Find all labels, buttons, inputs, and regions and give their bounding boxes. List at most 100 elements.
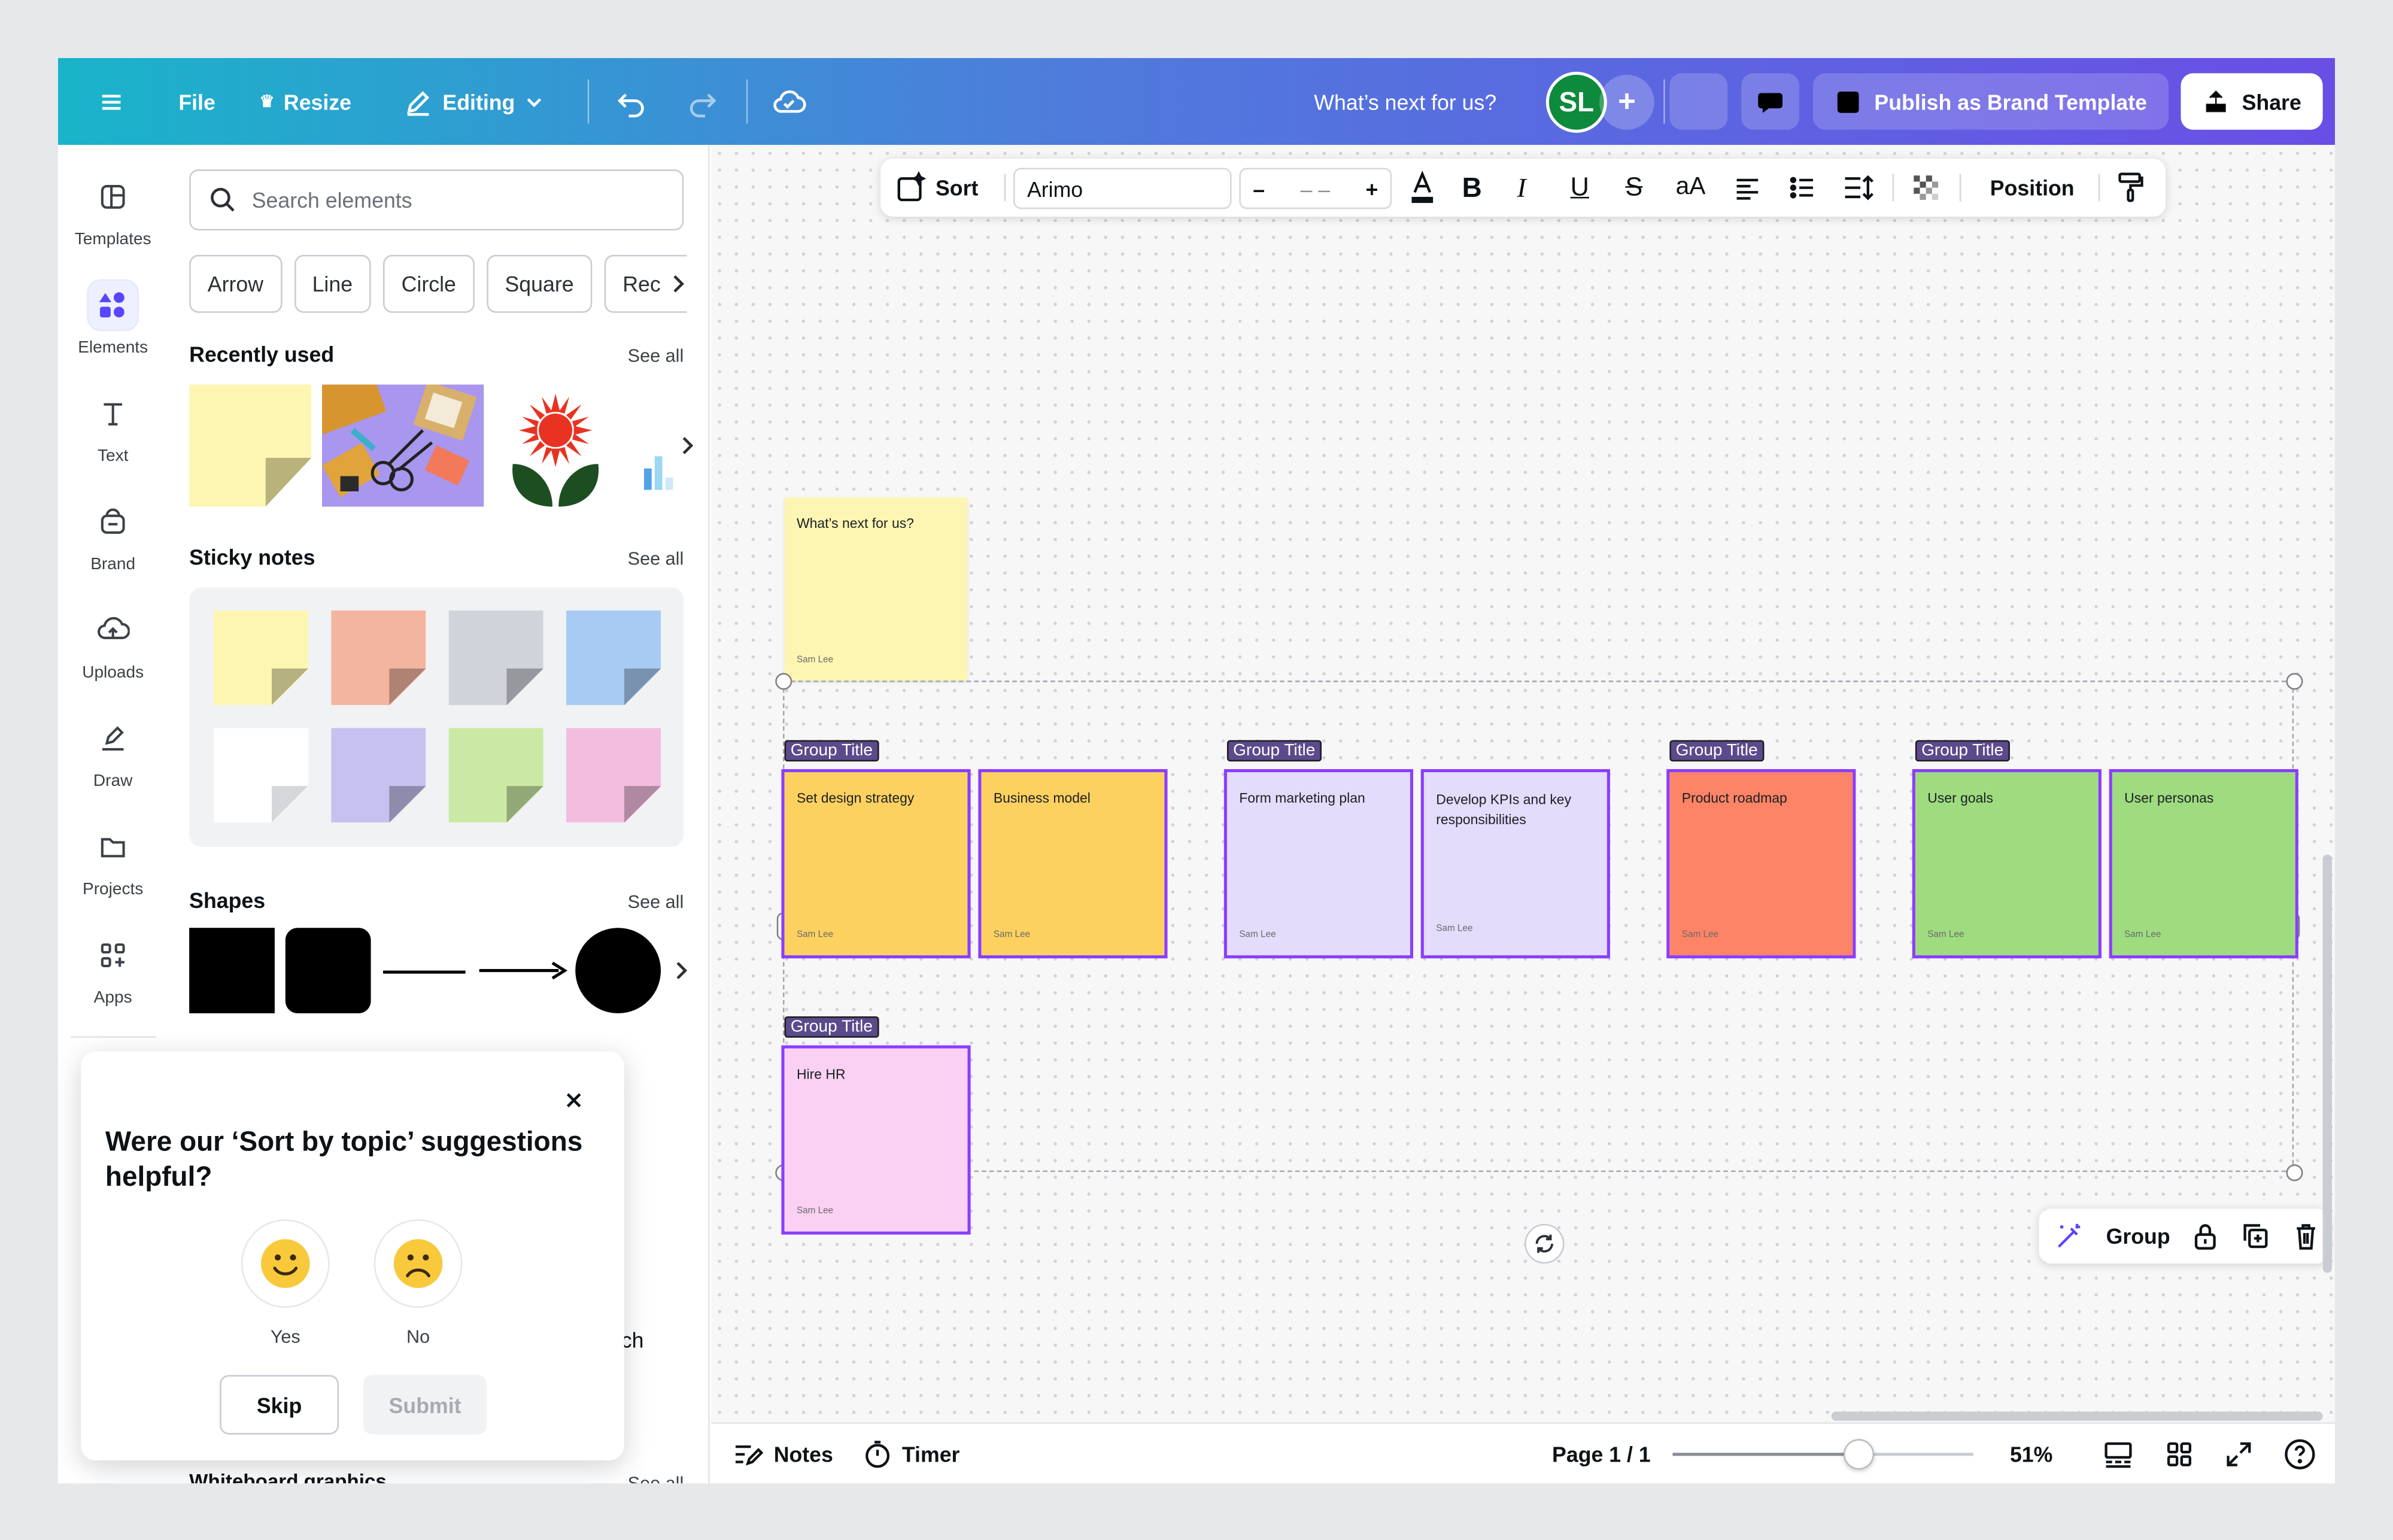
group-title[interactable]: Group Title [1669, 740, 1764, 762]
bold-button[interactable]: B [1462, 159, 1482, 217]
grid-view-button[interactable] [2164, 1424, 2194, 1483]
group-button[interactable]: Group [2106, 1224, 2170, 1249]
file-menu[interactable]: File [178, 58, 215, 145]
sticky-note[interactable]: User goals Sam Lee [1912, 769, 2102, 959]
position-button[interactable]: Position [1990, 159, 2075, 217]
rail-item-elements[interactable]: Elements [58, 281, 168, 372]
sticky-note[interactable]: Form marketing plan Sam Lee [1223, 769, 1414, 959]
sticky-note-swatch[interactable] [213, 728, 309, 823]
share-button[interactable]: Share [2181, 73, 2323, 130]
editing-mode-dropdown[interactable]: Editing [403, 58, 545, 145]
close-icon[interactable] [564, 1091, 583, 1110]
text-color-button[interactable] [1407, 159, 1438, 217]
menu-icon[interactable] [98, 58, 125, 145]
resize-handle-top-left[interactable] [775, 673, 792, 690]
strikethrough-button[interactable]: S [1625, 159, 1642, 217]
trash-icon[interactable] [2292, 1221, 2320, 1252]
size-value[interactable]: – – [1301, 176, 1331, 201]
sticky-note-swatch[interactable] [566, 728, 661, 823]
sticky-note-swatch[interactable] [213, 610, 309, 705]
help-button[interactable] [2283, 1424, 2316, 1483]
skip-button[interactable]: Skip [220, 1375, 339, 1435]
group-title[interactable]: Group Title [1915, 740, 2010, 762]
whiteboard-see-all[interactable]: See all [628, 1472, 684, 1483]
zoom-slider-handle[interactable] [1844, 1439, 1875, 1470]
sticky-note-swatch[interactable] [448, 610, 543, 705]
avatar[interactable]: SL [1545, 71, 1607, 133]
yes-emoji-button[interactable] [241, 1219, 330, 1308]
recent-sticky-note[interactable] [189, 384, 312, 507]
rail-item-projects[interactable]: Projects [58, 822, 168, 914]
align-button[interactable] [1732, 159, 1763, 217]
undo-button[interactable] [615, 58, 649, 145]
invite-button[interactable]: + [1599, 74, 1654, 130]
horizontal-scrollbar[interactable] [1831, 1411, 2323, 1421]
font-size-stepper[interactable]: – – – + [1239, 168, 1392, 209]
design-title[interactable]: What’s next for us? [1314, 58, 1496, 145]
fullscreen-button[interactable] [2224, 1424, 2254, 1483]
sticky-note-swatch[interactable] [566, 610, 661, 705]
sticky-note[interactable]: Business model Sam Lee [978, 769, 1168, 959]
group-title[interactable]: Group Title [784, 740, 879, 762]
sticky-note[interactable]: Develop KPIs and key responsibilities Sa… [1420, 769, 1610, 959]
chip-square[interactable]: Square [486, 254, 593, 313]
chevron-right-icon[interactable] [672, 960, 690, 982]
spacing-button[interactable] [1842, 159, 1875, 217]
size-decrease[interactable]: – [1253, 176, 1265, 201]
rail-item-text[interactable]: Text [58, 389, 168, 481]
submit-button[interactable]: Submit [363, 1375, 487, 1435]
copy-style-button[interactable] [2116, 159, 2144, 217]
chevron-right-icon[interactable] [678, 435, 696, 457]
zoom-slider[interactable] [1672, 1453, 1973, 1456]
arrow-shape[interactable] [479, 960, 568, 989]
resize-button[interactable]: ♛ Resize [259, 58, 351, 145]
publish-brand-template-button[interactable]: Publish as Brand Template [1813, 73, 2169, 130]
recently-used-see-all[interactable]: See all [628, 345, 684, 366]
recent-craft-photo[interactable] [321, 384, 484, 507]
size-increase[interactable]: + [1365, 176, 1378, 201]
comments-button[interactable] [1741, 73, 1800, 130]
group-title[interactable]: Group Title [784, 1016, 879, 1038]
transparency-button[interactable] [1911, 159, 1941, 217]
sticky-note-swatch[interactable] [331, 610, 426, 705]
sticky-note[interactable]: Product roadmap Sam Lee [1666, 769, 1856, 959]
search-input[interactable]: Search elements [189, 169, 684, 231]
recent-chart-graphic[interactable] [643, 450, 675, 490]
notes-button[interactable]: Notes [733, 1424, 833, 1483]
sticky-note[interactable]: Set design strategy Sam Lee [781, 769, 971, 959]
chevron-right-icon[interactable] [669, 273, 687, 294]
underline-button[interactable]: U [1571, 159, 1589, 217]
whiteboard-canvas[interactable]: Sort Arimo – – – + B I U S aA Position W… [711, 145, 2336, 1423]
rail-item-brand[interactable]: Brand [58, 497, 168, 589]
circle-shape[interactable] [575, 928, 661, 1014]
rail-item-apps[interactable]: Apps [58, 931, 168, 1022]
group-title[interactable]: Group Title [1226, 740, 1322, 762]
resize-handle-top-right[interactable] [2286, 673, 2303, 690]
chip-line[interactable]: Line [293, 254, 371, 313]
zoom-value[interactable]: 51% [2010, 1424, 2052, 1483]
square-shape[interactable] [189, 928, 275, 1014]
sticky-note-swatch[interactable] [331, 728, 426, 823]
rounded-square-shape[interactable] [285, 928, 371, 1014]
no-emoji-button[interactable] [373, 1219, 463, 1308]
rotate-handle[interactable] [1525, 1223, 1565, 1264]
timer-button[interactable]: Timer [864, 1424, 959, 1483]
header-sticky-note[interactable]: What’s next for us? Sam Lee [784, 497, 968, 681]
sticky-note[interactable]: Hire HR Sam Lee [781, 1045, 971, 1235]
sticky-note-swatch[interactable] [448, 728, 543, 823]
rail-item-templates[interactable]: Templates [58, 172, 168, 264]
page-view-button[interactable] [2103, 1424, 2133, 1483]
vertical-scrollbar[interactable] [2322, 854, 2332, 1273]
rail-item-draw[interactable]: Draw [58, 714, 168, 806]
font-family-select[interactable]: Arimo [1013, 168, 1232, 209]
line-shape[interactable] [382, 970, 466, 974]
resize-handle-bottom-right[interactable] [2286, 1164, 2303, 1181]
shapes-see-all[interactable]: See all [628, 891, 684, 913]
lock-icon[interactable] [2191, 1221, 2219, 1252]
redo-button[interactable] [685, 58, 719, 145]
chip-arrow[interactable]: Arrow [189, 254, 282, 313]
sticky-notes-see-all[interactable]: See all [628, 548, 684, 569]
sort-button[interactable]: Sort [894, 159, 978, 217]
insights-button[interactable] [1669, 73, 1728, 130]
cloud-save-status[interactable] [771, 58, 807, 145]
